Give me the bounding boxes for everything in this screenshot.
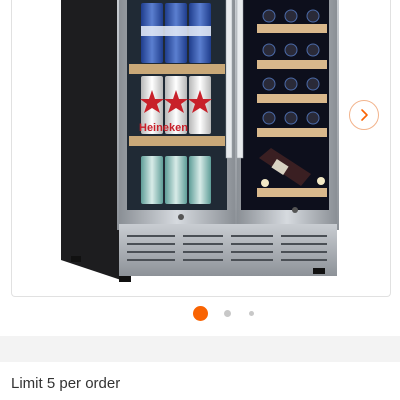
product-image-frame[interactable]: Heineken (11, 0, 391, 297)
section-divider (0, 336, 400, 362)
carousel-dot[interactable] (249, 311, 254, 316)
carousel-indicator (0, 306, 400, 324)
can-label: Heineken (139, 122, 188, 134)
order-limit-text: Limit 5 per order (11, 375, 121, 392)
carousel-dot[interactable] (224, 310, 231, 317)
carousel-dot-active[interactable] (193, 306, 208, 321)
chevron-right-icon (361, 109, 368, 121)
product-image: Heineken (61, 0, 339, 282)
product-image-gallery: Heineken (0, 0, 400, 335)
next-image-button[interactable] (349, 100, 379, 130)
